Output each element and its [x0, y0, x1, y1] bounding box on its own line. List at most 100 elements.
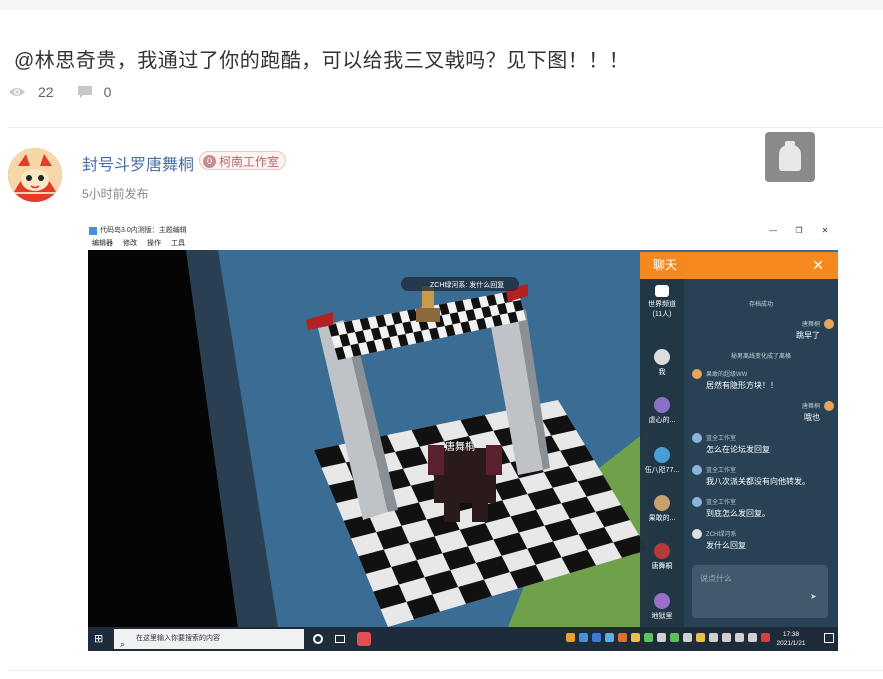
user-avatar-icon	[654, 543, 670, 559]
minimize-icon[interactable]: —	[760, 224, 786, 238]
chat-channel-list: 世界频道 (11人) 我 虐心的... 伍八咫77... 果敢的... 唐舞桐 …	[640, 279, 684, 627]
channel-sub: (11人)	[652, 311, 672, 318]
tray-icon[interactable]	[605, 633, 614, 642]
user-avatar-icon	[654, 349, 670, 365]
tray-icon[interactable]	[748, 633, 757, 642]
chat-panel: 聊天 ✕ 世界频道 (11人) 我 虐心的... 伍八咫77... 果敢的...…	[640, 252, 838, 627]
message-sender: 唐舞桐	[801, 322, 820, 328]
chat-message: 唐舞桐 哦也	[692, 401, 834, 423]
tray-icon[interactable]	[644, 633, 653, 642]
avatar	[692, 529, 702, 539]
task-view-icon[interactable]	[335, 635, 345, 643]
post-title: @林思奇贵，我通过了你的跑酷，可以给我三叉戟吗？见下图！！！	[14, 50, 630, 72]
view-count: 22	[38, 84, 54, 100]
channel-item[interactable]: 果敢的...	[640, 495, 684, 523]
message-sender: 蓝全工作室	[706, 500, 737, 506]
channel-label: 我	[658, 369, 666, 376]
menu-item[interactable]: 操作	[147, 238, 161, 250]
avatar[interactable]	[8, 148, 62, 202]
user-avatar-icon	[654, 495, 670, 511]
menu-bar: 编辑器 修改 操作 工具	[88, 238, 838, 250]
channel-label: 地狱里	[651, 613, 673, 620]
tray-icon[interactable]	[631, 633, 640, 642]
tray-icon[interactable]	[735, 633, 744, 642]
tray-icon[interactable]	[618, 633, 627, 642]
chat-input[interactable]: 说点什么 ➤	[692, 565, 828, 618]
post-image[interactable]: 代码岛3.0内测版：主题编辑 — ❐ ✕ 编辑器 修改 操作 工具 ZCH绿河系…	[88, 224, 838, 651]
studio-badge[interactable]: 0 柯南工作室	[199, 151, 287, 170]
message-sender: 蓝全工作室	[706, 468, 737, 474]
message-text: 跳早了	[796, 331, 820, 340]
author-name[interactable]: 封号斗罗唐舞桐	[82, 151, 194, 175]
channel-world[interactable]: 世界频道 (11人)	[640, 285, 684, 319]
post-stats: 22 0	[8, 82, 139, 102]
taskbar-clock[interactable]: 17:38 2021/1/21	[768, 630, 814, 648]
message-text: 我八次派关都没有向他转发。	[706, 477, 810, 486]
comment-icon	[77, 86, 92, 98]
chat-message: 蓝全工作室 到底怎么发回复。	[692, 497, 834, 519]
taskbar-search-placeholder: 在这里输入你要搜索的内容	[136, 635, 220, 642]
taskbar-search[interactable]: ⌕ 在这里输入你要搜索的内容	[114, 629, 304, 649]
cortana-icon[interactable]	[313, 634, 323, 644]
comment-count: 0	[103, 84, 112, 100]
channel-label: 伍八咫77...	[644, 467, 680, 474]
divider	[8, 670, 883, 671]
message-text: 怎么在论坛发回复	[706, 445, 770, 454]
system-message: 存档成功	[748, 302, 773, 308]
badge-text: 柯南工作室	[219, 154, 280, 169]
menu-item[interactable]: 工具	[171, 238, 185, 250]
app-icon	[89, 227, 97, 235]
user-avatar-icon	[654, 447, 670, 463]
send-icon[interactable]: ➤	[810, 592, 818, 601]
tray-icon[interactable]	[657, 633, 666, 642]
tray-icon[interactable]	[579, 633, 588, 642]
badge-level: 0	[203, 154, 216, 168]
avatar	[824, 319, 834, 329]
chat-header: 聊天	[640, 252, 838, 279]
tray-icon[interactable]	[670, 633, 679, 642]
chat-message: 蓝全工作室 怎么在论坛发回复	[692, 433, 834, 455]
tray-icon[interactable]	[696, 633, 705, 642]
window-title-bar: 代码岛3.0内测版：主题编辑	[88, 224, 838, 238]
channel-item[interactable]: 伍八咫77...	[640, 447, 684, 475]
chat-close-icon[interactable]: ✕	[812, 252, 824, 279]
tray-icon[interactable]	[722, 633, 731, 642]
tray-icon[interactable]	[566, 633, 575, 642]
menu-item[interactable]: 编辑器	[92, 238, 113, 250]
player-name-label: 唐舞桐	[445, 442, 475, 453]
chat-message: 唐舞桐 跳早了	[692, 319, 834, 341]
chat-message: 蓝全工作室 我八次派关都没有向他转发。	[692, 465, 834, 487]
tray-icon[interactable]	[709, 633, 718, 642]
channel-item[interactable]: 地狱里	[640, 593, 684, 621]
side-action-button[interactable]	[765, 132, 815, 182]
message-sender: 果敢的超级WW	[706, 372, 748, 378]
tray-icon[interactable]	[683, 633, 692, 642]
notification-icon[interactable]	[824, 633, 834, 643]
message-sender: 蓝全工作室	[706, 436, 737, 442]
menu-item[interactable]: 修改	[123, 238, 137, 250]
avatar	[692, 465, 702, 475]
channel-item[interactable]: 我	[640, 349, 684, 377]
message-text: 到底怎么发回复。	[706, 509, 770, 518]
channel-item[interactable]: 虐心的...	[640, 397, 684, 425]
top-strip	[0, 0, 883, 10]
search-icon: ⌕	[120, 639, 126, 649]
windows-start-icon[interactable]: ⊞	[94, 633, 106, 645]
game-app-icon[interactable]	[357, 632, 371, 646]
window-title: 代码岛3.0内测版：主题编辑	[100, 227, 187, 234]
avatar	[824, 401, 834, 411]
close-icon[interactable]: ✕	[812, 224, 838, 238]
user-avatar-icon	[654, 593, 670, 609]
message-text: 居然有隐形方块！！	[706, 381, 778, 390]
chat-bubble-icon	[655, 285, 669, 297]
maximize-icon[interactable]: ❐	[786, 224, 812, 238]
tray-icon[interactable]	[592, 633, 601, 642]
eye-icon	[9, 88, 25, 96]
divider	[8, 127, 883, 128]
channel-item[interactable]: 唐舞桐	[640, 543, 684, 571]
chat-title: 聊天	[653, 258, 678, 272]
message-text: 哦也	[804, 413, 820, 422]
taskbar-apps	[313, 632, 383, 646]
channel-label: 唐舞桐	[651, 563, 673, 570]
avatar	[692, 497, 702, 507]
